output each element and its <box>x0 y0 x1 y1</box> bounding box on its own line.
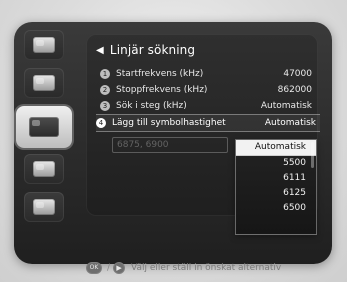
tools-icon <box>33 161 55 177</box>
setting-value: 47000 <box>283 69 312 79</box>
people-icon <box>33 37 55 53</box>
page-title: ◀ Linjär sökning <box>96 41 266 59</box>
screen-frame: ◀ Linjär sökning 1 Startfrekvens (kHz) 4… <box>0 0 347 282</box>
sidebar-tab-2[interactable] <box>24 68 64 98</box>
symbol-rate-field: 6875, 6900 <box>112 137 228 153</box>
setting-value: 862000 <box>277 85 312 95</box>
sidebar-tab-1[interactable] <box>24 30 64 60</box>
dropdown-option[interactable]: 6500 <box>236 201 316 216</box>
setting-value: Automatisk <box>264 118 316 128</box>
ok-button-icon: OK <box>86 262 102 274</box>
sidebar-tab-5[interactable] <box>24 192 64 222</box>
dropdown-option[interactable]: 5500 <box>236 156 316 171</box>
dropdown-option[interactable]: 6111 <box>236 171 316 186</box>
row-number-2: 2 <box>100 85 110 95</box>
setting-value: Automatisk <box>260 101 312 111</box>
dropdown-option[interactable]: 6125 <box>236 186 316 201</box>
back-arrow-icon[interactable]: ◀ <box>96 42 106 60</box>
row-number-3: 3 <box>100 101 110 111</box>
setting-row-add-symbol-rate[interactable]: 4 Lägg till symbolhastighet Automatisk <box>96 114 320 132</box>
globe-icon <box>33 199 55 215</box>
setting-label: Lägg till symbolhastighet <box>112 118 226 128</box>
setting-label: Sök i steg (kHz) <box>116 101 187 111</box>
help-footer: OK / ▶ Välj eller ställ in önskat altern… <box>86 260 326 276</box>
right-arrow-button-icon: ▶ <box>113 262 126 274</box>
sidebar-tab-3-active[interactable] <box>16 106 72 148</box>
dropdown-option-selected[interactable]: Automatisk <box>236 140 316 156</box>
setting-row-search-step[interactable]: 3 Sök i steg (kHz) Automatisk <box>100 98 316 114</box>
setting-row-stop-frequency[interactable]: 2 Stoppfrekvens (kHz) 862000 <box>100 82 316 98</box>
left-sidebar <box>16 30 72 222</box>
setting-label: Stoppfrekvens (kHz) <box>116 85 208 95</box>
page-title-text: Linjär sökning <box>109 43 196 57</box>
footer-separator: / <box>107 263 111 273</box>
settings-icon <box>29 117 59 137</box>
setting-label: Startfrekvens (kHz) <box>116 69 204 79</box>
help-text: Välj eller ställ in önskat alternativ <box>131 263 282 273</box>
folder-icon <box>33 75 55 91</box>
symbol-rate-dropdown[interactable]: Automatisk 5500 6111 6125 6500 <box>235 139 317 235</box>
row-number-4: 4 <box>96 118 106 128</box>
setting-row-start-frequency[interactable]: 1 Startfrekvens (kHz) 47000 <box>100 66 316 82</box>
dropdown-scrollbar[interactable] <box>311 142 314 168</box>
row-number-1: 1 <box>100 69 110 79</box>
sidebar-tab-4[interactable] <box>24 154 64 184</box>
